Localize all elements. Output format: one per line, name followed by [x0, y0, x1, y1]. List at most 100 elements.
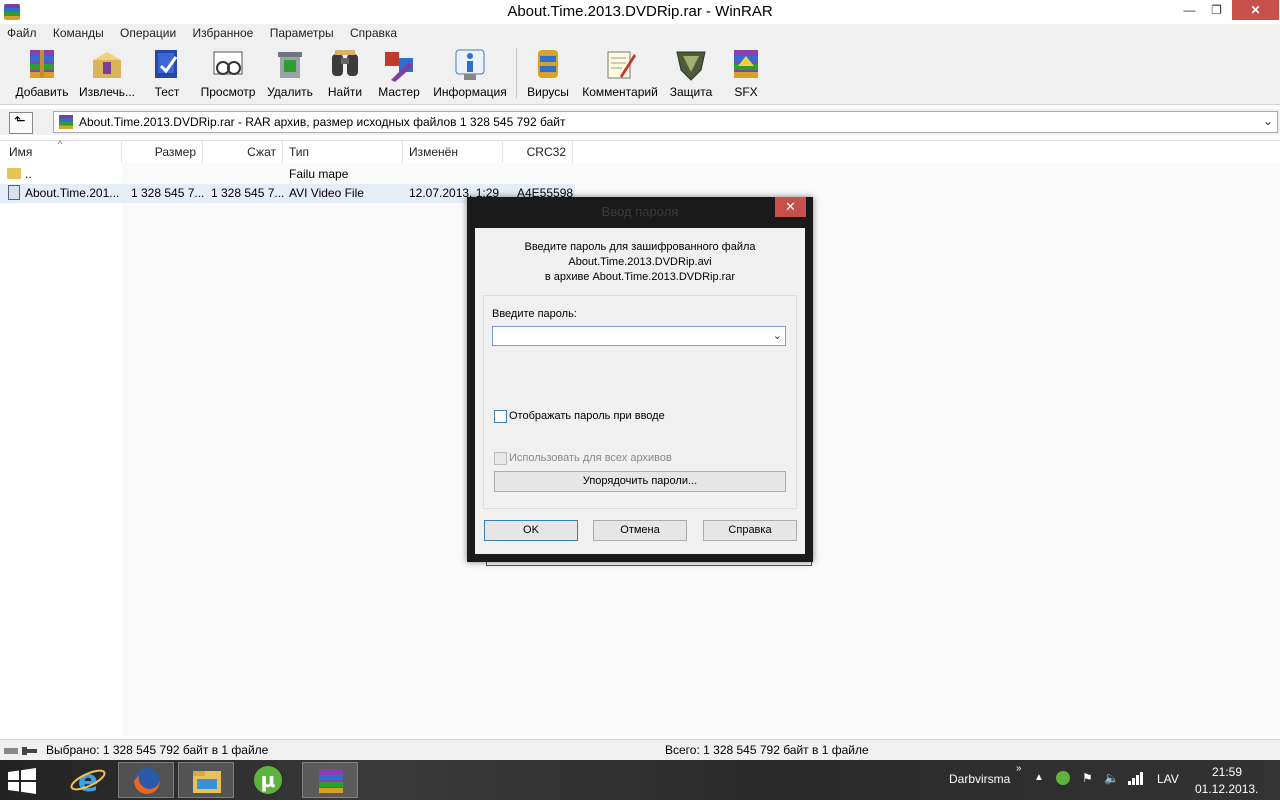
status-bar: Выбрано: 1 328 545 792 байт в 1 файле Вс…: [0, 739, 1280, 760]
sort-ascending-icon: ^: [58, 139, 63, 149]
menu-operations[interactable]: Операции: [113, 24, 182, 40]
column-header-modified[interactable]: Изменён: [403, 141, 503, 163]
folder-icon: [7, 168, 21, 179]
row-name: ..: [25, 167, 32, 181]
up-folder-button[interactable]: [9, 112, 33, 134]
dialog-message-line2: About.Time.2013.DVDRip.avi: [568, 256, 712, 268]
protect-label: Защита: [669, 85, 713, 99]
delete-icon: [272, 46, 308, 82]
toolbar-name[interactable]: Darbvirsma: [949, 772, 1010, 786]
clock-time[interactable]: 21:59: [1212, 765, 1242, 779]
keys-icon[interactable]: [4, 745, 38, 755]
toolbar-separator: [516, 48, 517, 98]
password-dialog: Ввод пароля ✕ Введите пароль для зашифро…: [467, 197, 813, 562]
protect-button[interactable]: Защита: [666, 46, 716, 99]
password-label: Введите пароль:: [492, 308, 577, 320]
dialog-message-line3: в архиве About.Time.2013.DVDRip.rar: [544, 271, 736, 283]
file-explorer-icon[interactable]: [178, 762, 234, 798]
show-password-label: Отображать пароль при вводе: [509, 410, 665, 422]
column-header-size[interactable]: Размер: [122, 141, 203, 163]
virus-scan-icon: [530, 46, 566, 82]
status-selected: Выбрано: 1 328 545 792 байт в 1 файле: [46, 743, 269, 757]
wizard-label: Мастер: [378, 85, 420, 99]
wizard-icon: [381, 46, 417, 82]
sfx-button[interactable]: SFX: [726, 46, 766, 99]
row-type: Failu mape: [289, 167, 349, 181]
start-button[interactable]: [0, 762, 44, 798]
name-column-background: [0, 163, 122, 736]
find-label: Найти: [327, 85, 363, 99]
column-header-size-label: Размер: [154, 145, 196, 159]
window-title: About.Time.2013.DVDRip.rar - WinRAR: [507, 3, 773, 20]
toolbar: Добавить Извлечь... Тест Просмотр Удалит…: [0, 42, 1280, 105]
add-archive-icon: [24, 46, 60, 82]
address-bar: About.Time.2013.DVDRip.rar - RAR архив, …: [0, 109, 1280, 135]
extract-label: Извлечь...: [78, 85, 135, 99]
extract-button[interactable]: Извлечь...: [76, 46, 138, 99]
chevron-down-icon[interactable]: ⌄: [1263, 114, 1273, 128]
test-icon: [149, 46, 185, 82]
clock-date[interactable]: 01.12.2013.: [1195, 782, 1258, 796]
menu-file[interactable]: Файл: [0, 24, 43, 40]
close-button[interactable]: ✕: [1232, 0, 1279, 20]
add-label: Добавить: [15, 85, 69, 99]
dialog-message-line1: Введите пароль для зашифрованного файла: [524, 241, 756, 253]
column-header-packed[interactable]: Сжат: [203, 141, 283, 163]
action-center-icon[interactable]: ⚑: [1082, 771, 1093, 785]
menu-help[interactable]: Справка: [343, 24, 403, 40]
network-signal-icon[interactable]: [1128, 771, 1144, 788]
address-field[interactable]: About.Time.2013.DVDRip.rar - RAR архив, …: [53, 111, 1278, 133]
column-header-crc[interactable]: CRC32: [503, 141, 573, 163]
svg-text:µ: µ: [261, 768, 276, 792]
title-bar: About.Time.2013.DVDRip.rar - WinRAR — ❐ …: [0, 0, 1280, 24]
menu-options[interactable]: Параметры: [263, 24, 340, 40]
use-for-all-checkbox[interactable]: [494, 452, 507, 465]
virus-scan-button[interactable]: Вирусы: [524, 46, 572, 99]
dialog-close-button[interactable]: ✕: [775, 197, 806, 217]
row-size: 1 328 545 7...: [131, 186, 205, 200]
maximize-button[interactable]: ❐: [1203, 0, 1230, 20]
comment-icon: [602, 46, 638, 82]
row-packed: 1 328 545 7...: [211, 186, 285, 200]
column-header-name[interactable]: ^ Имя: [0, 139, 122, 163]
volume-icon[interactable]: 🔈: [1104, 771, 1119, 785]
find-button[interactable]: Найти: [322, 46, 368, 99]
language-indicator[interactable]: LAV: [1157, 772, 1179, 786]
internet-explorer-icon[interactable]: e: [60, 762, 116, 799]
minimize-button[interactable]: —: [1176, 0, 1203, 20]
toolbar-expand-icon[interactable]: »: [1016, 763, 1022, 774]
cancel-button[interactable]: Отмена: [593, 520, 687, 541]
info-button[interactable]: Информация: [432, 46, 508, 99]
show-password-checkbox[interactable]: [494, 410, 507, 423]
row-type: AVI Video File: [289, 186, 364, 200]
column-header-modified-label: Изменён: [409, 145, 458, 159]
password-input[interactable]: ⌄: [492, 326, 786, 346]
help-button[interactable]: Справка: [703, 520, 797, 541]
ok-button[interactable]: OK: [484, 520, 578, 541]
menu-favorites[interactable]: Избранное: [186, 24, 260, 40]
column-header-type[interactable]: Тип: [283, 141, 403, 163]
utorrent-icon[interactable]: µ: [240, 762, 296, 798]
chevron-down-icon[interactable]: ⌄: [773, 329, 782, 342]
add-button[interactable]: Добавить: [14, 46, 70, 99]
test-button[interactable]: Тест: [146, 46, 188, 99]
utorrent-tray-icon[interactable]: [1056, 771, 1070, 788]
column-header-type-label: Тип: [289, 145, 310, 159]
comment-button[interactable]: Комментарий: [580, 46, 660, 99]
rar-archive-icon: [59, 115, 73, 129]
firefox-icon[interactable]: [118, 762, 174, 798]
column-header-packed-label: Сжат: [247, 145, 276, 159]
svg-text:e: e: [78, 764, 98, 798]
delete-button[interactable]: Удалить: [264, 46, 316, 99]
dialog-body: Введите пароль для зашифрованного файла …: [475, 228, 805, 554]
winrar-taskbar-icon[interactable]: [302, 762, 358, 798]
sfx-label: SFX: [734, 85, 758, 99]
menu-commands[interactable]: Команды: [46, 24, 110, 40]
view-button[interactable]: Просмотр: [198, 46, 258, 99]
wizard-button[interactable]: Мастер: [374, 46, 424, 99]
comment-label: Комментарий: [582, 85, 658, 99]
table-row[interactable]: .. Failu mape: [0, 165, 575, 184]
show-hidden-icons-icon[interactable]: ▲: [1034, 772, 1044, 783]
use-for-all-label: Использовать для всех архивов: [509, 452, 672, 464]
organize-passwords-button[interactable]: Упорядочить пароли...: [494, 471, 786, 492]
